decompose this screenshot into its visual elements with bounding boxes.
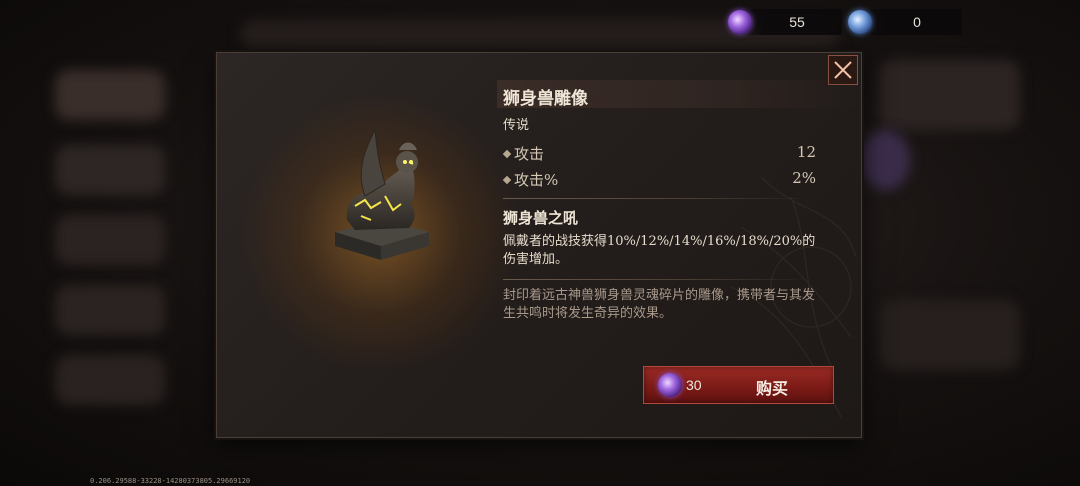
- blue-gem-icon: [848, 10, 872, 34]
- sphinx-statue-icon: [335, 128, 429, 260]
- currency-amount: 55: [789, 14, 805, 30]
- buy-price: 30: [686, 377, 702, 393]
- background-menu-blur: [860, 130, 910, 190]
- buy-label: 购买: [756, 381, 789, 398]
- bullet-diamond-icon: [502, 175, 512, 185]
- stat-row-attack-percent: 攻击%: [502, 169, 559, 190]
- background-menu-blur: [55, 355, 165, 405]
- currency-amount: 0: [913, 14, 921, 30]
- divider: [503, 279, 813, 280]
- stat-value: 12: [796, 143, 816, 161]
- purple-gem-icon: [658, 373, 682, 397]
- stat-name: 攻击%: [514, 171, 559, 189]
- stat-value: 2%: [792, 169, 816, 187]
- bullet-diamond-icon: [502, 149, 512, 159]
- divider: [503, 198, 813, 199]
- background-menu-blur: [880, 60, 1020, 130]
- stat-name: 攻击: [514, 145, 545, 163]
- stat-row-attack: 攻击: [502, 143, 545, 164]
- skill-description: 佩戴者的战技获得10%/12%/14%/16%/18%/20%的伤害增加。: [503, 234, 816, 267]
- currency-purple-gem[interactable]: 55: [728, 9, 842, 35]
- background-menu-blur: [880, 300, 1020, 370]
- item-name: 狮身兽雕像: [503, 89, 588, 109]
- skill-name: 狮身兽之吼: [503, 209, 579, 227]
- background-menu-blur: [55, 285, 165, 335]
- background-menu-blur: [55, 70, 165, 120]
- buy-button[interactable]: 30 购买: [643, 366, 834, 404]
- purple-gem-icon: [728, 10, 752, 34]
- item-rarity: 传说: [503, 118, 530, 133]
- currency-blue-gem[interactable]: 0: [848, 9, 962, 35]
- close-icon: [834, 61, 852, 79]
- background-menu-blur: [55, 215, 165, 265]
- flavor-text: 封印着远古神兽狮身兽灵魂碎片的雕像，携带者与其发生共鸣时将发生奇异的效果。: [503, 288, 816, 321]
- background-menu-blur: [55, 145, 165, 195]
- version-text: 0.206.29588-33228-14280373805.29669120: [90, 477, 251, 485]
